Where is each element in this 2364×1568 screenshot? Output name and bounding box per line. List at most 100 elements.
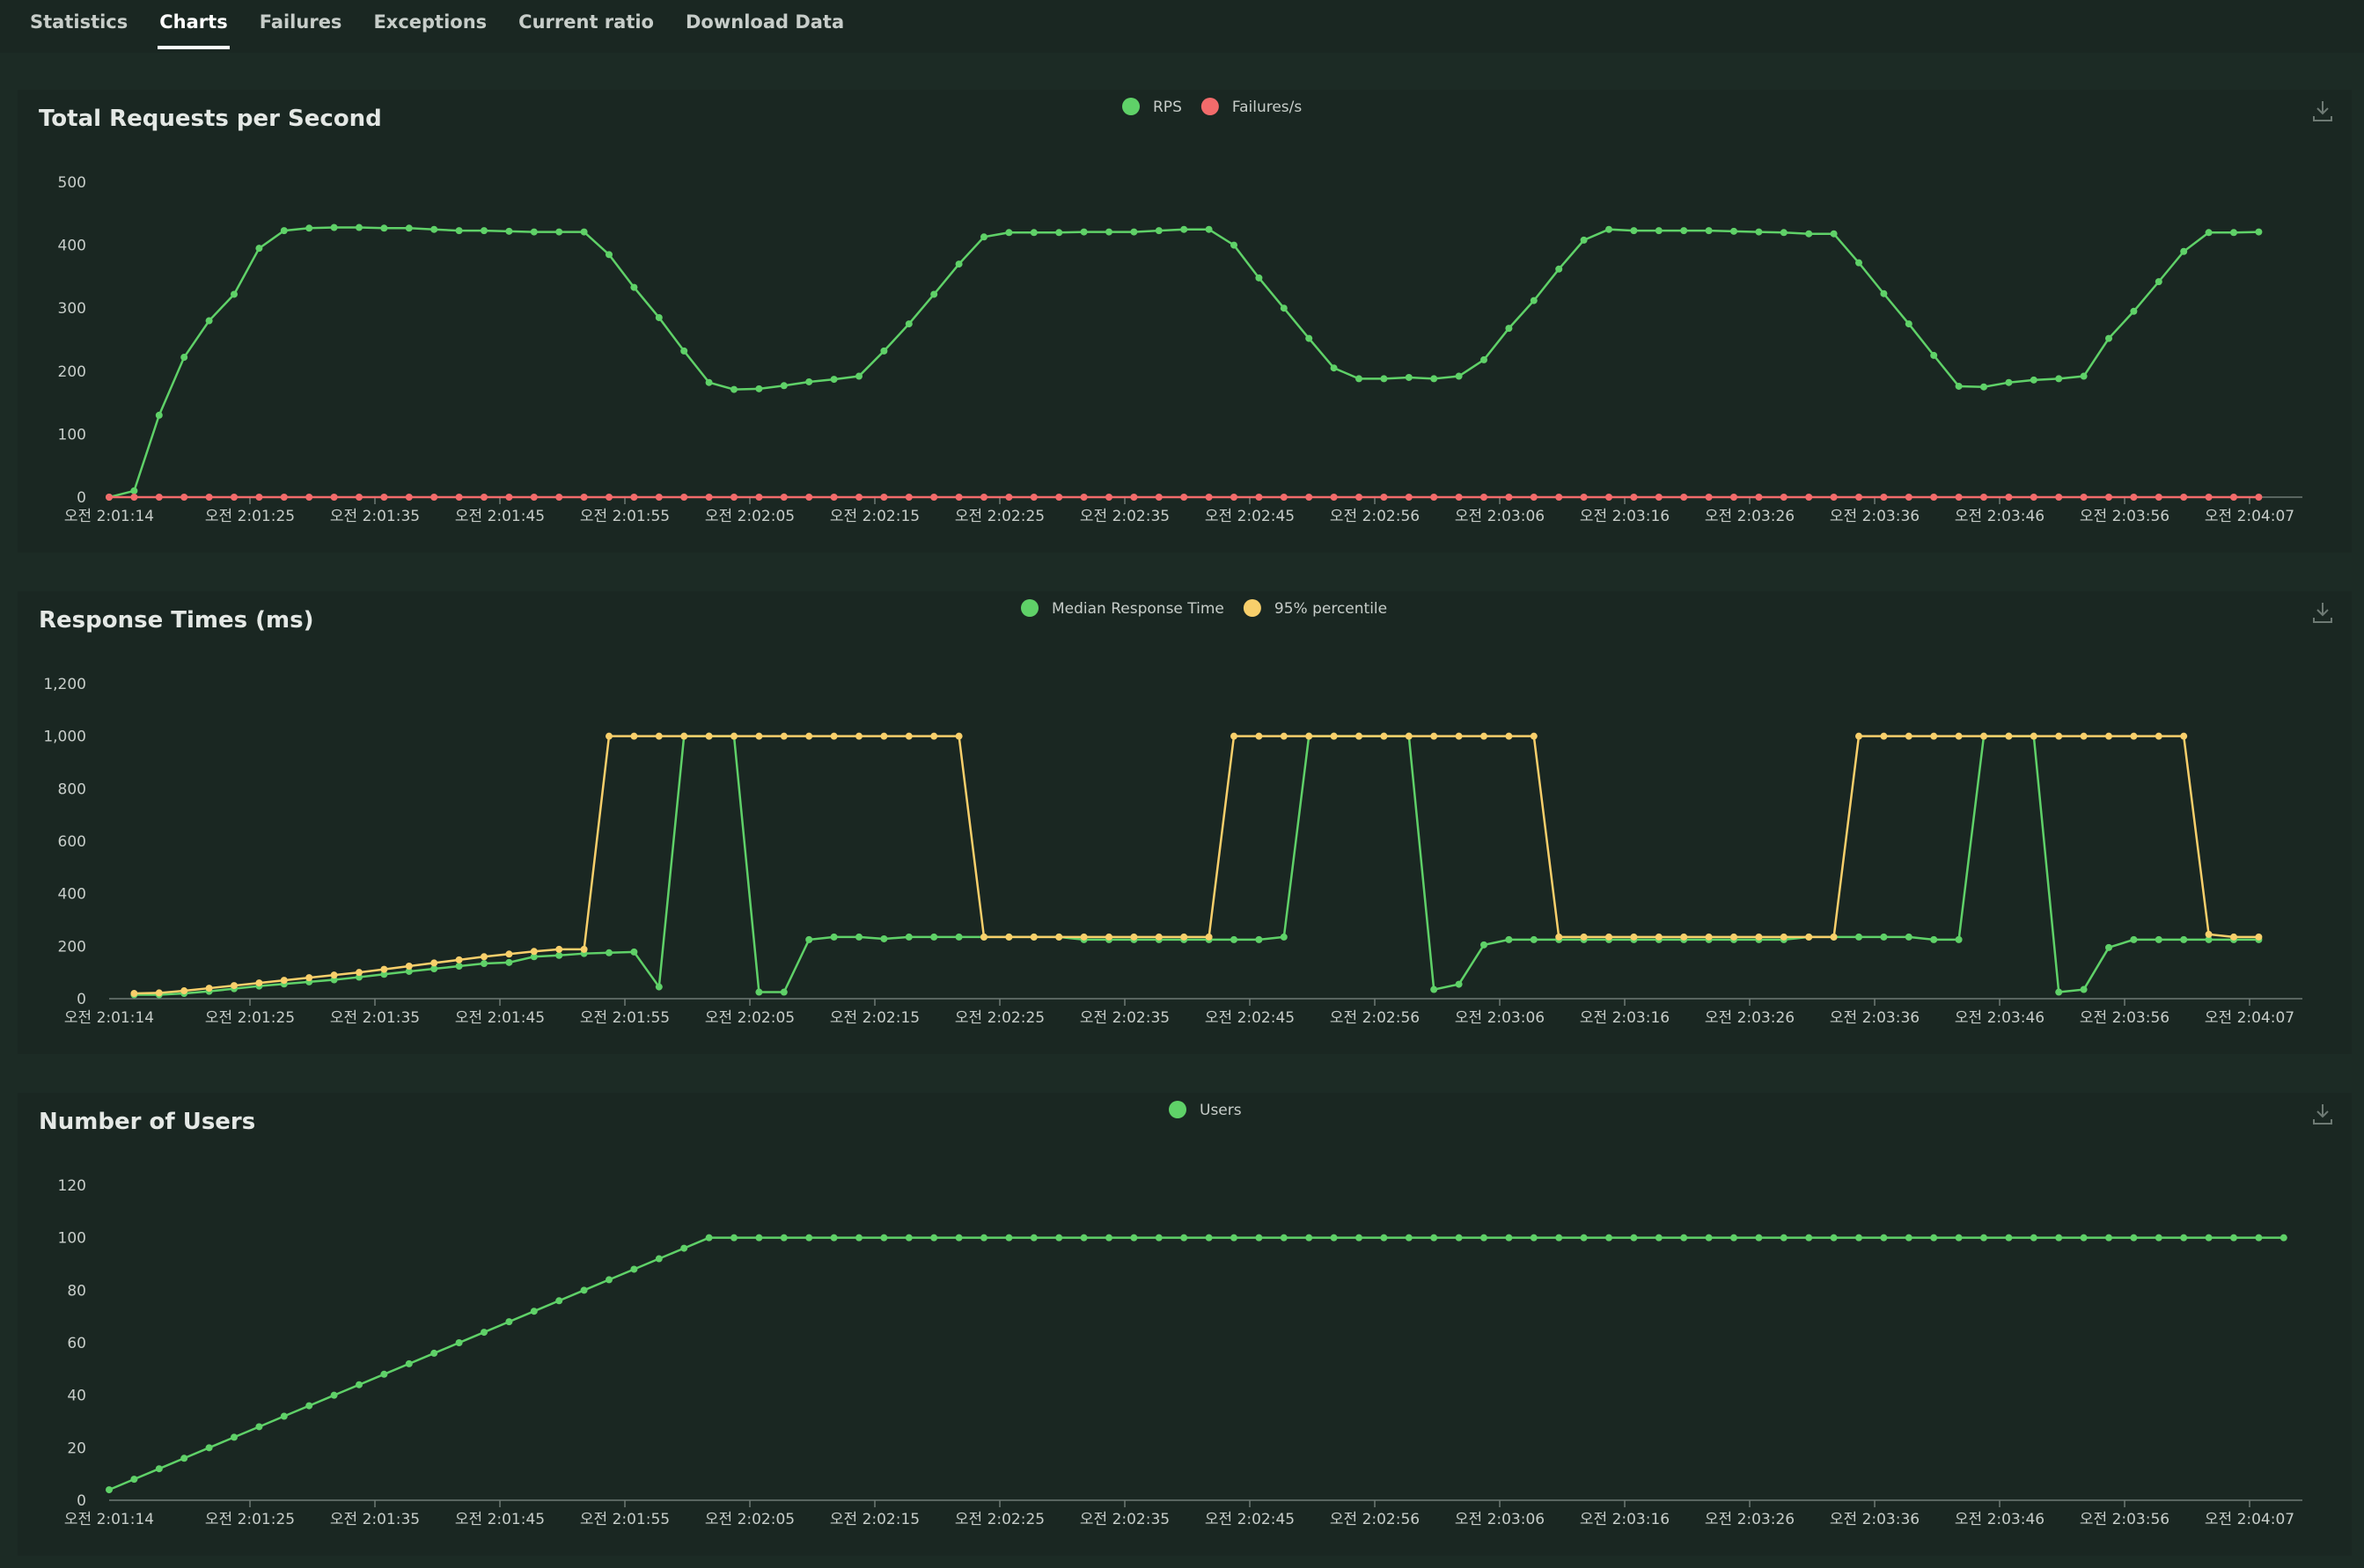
data-point (1005, 494, 1013, 501)
legend-label[interactable]: Median Response Time (1052, 600, 1224, 618)
legend-marker[interactable] (1021, 599, 1039, 617)
x-tick-label: 오전 2:02:35 (1080, 508, 1170, 525)
data-point (1680, 494, 1688, 501)
data-point (1855, 259, 1862, 267)
y-tick-label: 800 (58, 780, 86, 798)
data-point (356, 1381, 363, 1388)
data-point (1405, 373, 1413, 381)
data-point (980, 933, 987, 941)
data-point (2055, 494, 2063, 501)
x-tick-label: 오전 2:03:16 (1580, 1009, 1670, 1027)
legend-label[interactable]: Failures/s (1232, 99, 1303, 116)
x-tick-label: 오전 2:02:15 (830, 1511, 920, 1528)
data-point (205, 317, 213, 325)
legend-label[interactable]: RPS (1153, 99, 1182, 116)
data-point (1405, 1234, 1413, 1242)
data-point (455, 1339, 463, 1346)
data-point (1255, 1234, 1263, 1242)
data-point (2080, 372, 2088, 380)
data-point (1580, 494, 1588, 501)
data-point (2055, 988, 2063, 996)
data-point (1955, 732, 1963, 740)
data-point (1205, 1234, 1213, 1242)
y-tick-label: 40 (67, 1388, 86, 1405)
y-tick-label: 1,000 (43, 729, 86, 746)
data-point (430, 225, 438, 233)
legend-label[interactable]: 95% percentile (1274, 600, 1387, 618)
data-point (1130, 933, 1138, 941)
data-point (2180, 1234, 2188, 1242)
data-point (1655, 227, 1663, 235)
data-point (905, 320, 913, 328)
data-point (1130, 228, 1138, 236)
data-point (530, 948, 538, 956)
data-point (780, 382, 788, 390)
data-point (1530, 732, 1538, 740)
data-point (2105, 1234, 2112, 1242)
data-point (1630, 1234, 1638, 1242)
data-point (1505, 732, 1513, 740)
data-point (2230, 229, 2237, 237)
data-point (930, 1234, 938, 1242)
data-point (955, 732, 963, 740)
data-point (1455, 732, 1463, 740)
data-point (2255, 933, 2263, 941)
data-point (505, 1318, 513, 1326)
legend-marker[interactable] (1200, 98, 1219, 115)
data-point (655, 313, 663, 321)
tab-download-data[interactable]: Download Data (684, 0, 846, 49)
y-tick-label: 600 (58, 833, 86, 851)
tab-statistics[interactable]: Statistics (28, 0, 129, 49)
data-point (330, 223, 338, 231)
data-point (2180, 247, 2188, 255)
data-point (481, 953, 488, 961)
data-point (106, 494, 113, 501)
data-point (1355, 732, 1362, 740)
data-point (1280, 1234, 1288, 1242)
data-point (530, 494, 538, 501)
data-point (2080, 1234, 2088, 1242)
data-point (530, 228, 538, 236)
x-tick-label: 오전 2:02:15 (830, 1009, 920, 1027)
x-tick-label: 오전 2:02:05 (705, 508, 795, 525)
data-point (1180, 1234, 1188, 1242)
data-point (1830, 933, 1838, 941)
data-point (930, 290, 938, 298)
data-point (630, 948, 638, 956)
legend-marker[interactable] (1243, 599, 1261, 617)
data-point (1105, 494, 1112, 501)
data-point (1430, 1234, 1438, 1242)
data-point (780, 494, 788, 501)
data-point (2130, 935, 2138, 943)
data-point (930, 494, 938, 501)
data-point (1080, 228, 1088, 236)
data-point (2155, 278, 2162, 286)
data-point (855, 732, 863, 740)
data-point (780, 732, 788, 740)
legend-marker[interactable] (1122, 98, 1140, 115)
x-tick-label: 오전 2:02:05 (705, 1009, 795, 1027)
data-point (1930, 351, 1938, 359)
tab-charts[interactable]: Charts (158, 0, 230, 49)
legend-label[interactable]: Users (1200, 1102, 1242, 1119)
data-point (1230, 732, 1237, 740)
data-point (2080, 985, 2088, 993)
data-point (1405, 494, 1413, 501)
tab-exceptions[interactable]: Exceptions (371, 0, 488, 49)
x-tick-label: 오전 2:01:14 (64, 1009, 154, 1027)
x-tick-label: 오전 2:03:06 (1455, 1009, 1545, 1027)
data-point (1430, 732, 1438, 740)
tab-failures[interactable]: Failures (258, 0, 344, 49)
legend-marker[interactable] (1169, 1101, 1186, 1118)
data-point (405, 494, 413, 501)
data-point (1080, 1234, 1088, 1242)
data-point (905, 732, 913, 740)
data-point (356, 494, 363, 501)
data-point (1905, 494, 1912, 501)
data-point (630, 1265, 638, 1273)
data-point (805, 935, 813, 943)
tab-current-ratio[interactable]: Current ratio (517, 0, 656, 49)
data-point (1230, 935, 1237, 943)
data-point (1930, 494, 1938, 501)
x-tick-label: 오전 2:01:45 (455, 1009, 545, 1027)
